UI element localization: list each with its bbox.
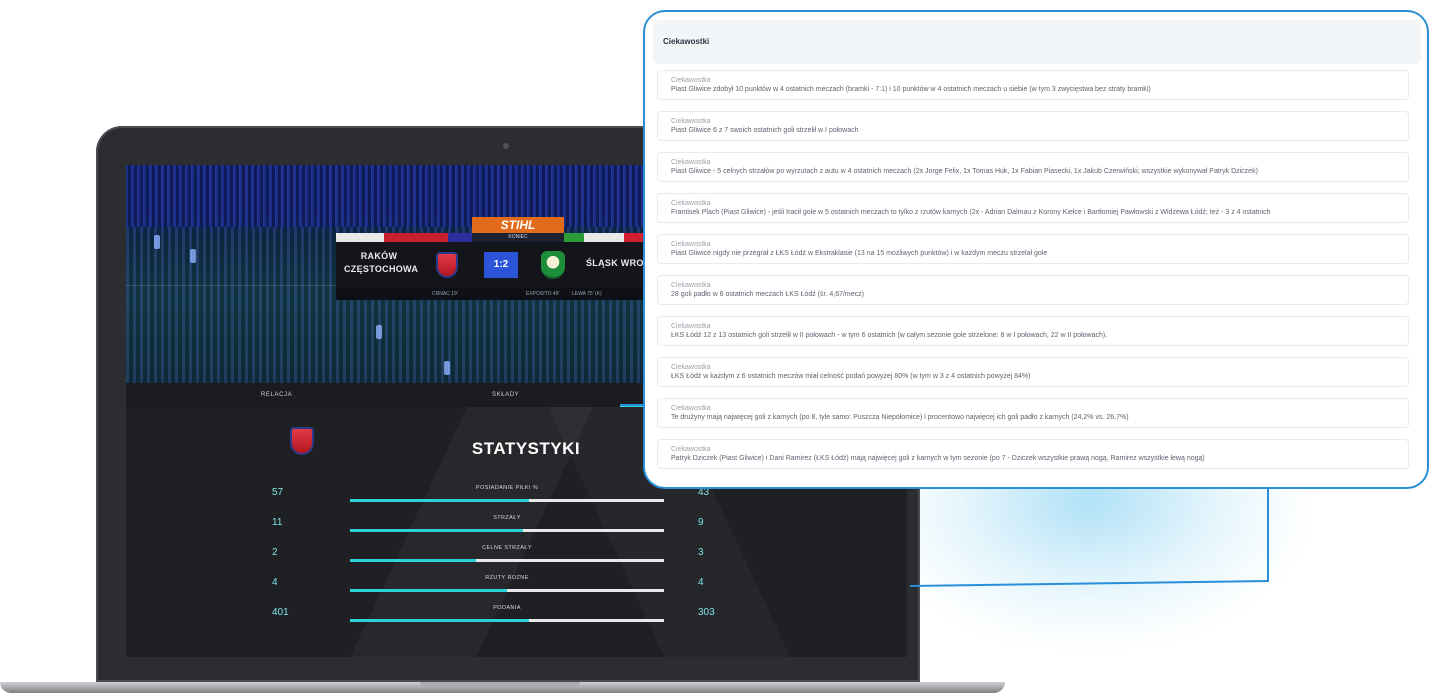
stat-away-value: 4	[698, 577, 704, 588]
stat-label: PODANIA	[493, 605, 521, 611]
fact-text: Piast Gliwice nigdy nie przegrał z ŁKS Ł…	[671, 250, 1048, 257]
stat-row: 11 STRZAŁY 9	[126, 515, 907, 545]
fact-card: Ciekawostka Piast Gliwice nigdy nie prze…	[657, 234, 1409, 264]
fact-card: Ciekawostka Frantisek Plach (Piast Gliwi…	[657, 193, 1409, 223]
player-figure	[444, 361, 450, 375]
fact-card: Ciekawostka Piast Gliwice zdobył 10 punk…	[657, 70, 1409, 100]
fact-title: Ciekawostka	[671, 364, 711, 371]
stat-row: 2 CELNE STRZAŁY 3	[126, 545, 907, 575]
stat-label: CELNE STRZAŁY	[482, 545, 532, 551]
fact-title: Ciekawostka	[671, 405, 711, 412]
fact-card: Ciekawostka Patryk Dziczek (Piast Gliwic…	[657, 439, 1409, 469]
fact-title: Ciekawostka	[671, 200, 711, 207]
tab-sklady[interactable]: SKŁADY	[492, 383, 519, 407]
stat-bar	[350, 559, 664, 562]
stat-away-value: 3	[698, 547, 704, 558]
popup-header: Ciekawostki	[653, 20, 1421, 64]
stat-away-value: 9	[698, 517, 704, 528]
fact-text: Piast Gliwice zdobył 10 punktów w 4 osta…	[671, 86, 1151, 93]
connector-line	[620, 404, 644, 406]
tab-relacja[interactable]: RELACJA	[261, 383, 292, 407]
stat-bar-fill	[350, 529, 523, 532]
stat-row: 4 RZUTY ROŻNE 4	[126, 575, 907, 605]
fact-card: Ciekawostka Te drużyny mają najwięcej go…	[657, 398, 1409, 428]
stat-label: STRZAŁY	[493, 515, 521, 521]
stats-title: STATYSTYKI	[471, 439, 581, 458]
facts-popup: Ciekawostki Ciekawostka Piast Gliwice zd…	[643, 10, 1429, 489]
player-figure	[376, 325, 382, 339]
home-team-name: RAKÓW CZĘSTOCHOWA	[344, 251, 419, 274]
stat-home-value: 57	[272, 487, 284, 498]
stat-label: POSIADANIE PIŁKI %	[475, 485, 539, 491]
fact-title: Ciekawostka	[671, 241, 711, 248]
player-figure	[154, 235, 160, 249]
stat-bar-fill	[350, 559, 476, 562]
connector-line	[1267, 487, 1269, 581]
fact-text: Piast Gliwice 6 z 7 swoich ostatnich gol…	[671, 127, 859, 134]
fact-card: Ciekawostka ŁKS Łódź w każdym z 6 ostatn…	[657, 357, 1409, 387]
away-crest-icon	[541, 251, 565, 279]
stat-home-value: 2	[272, 547, 278, 558]
stat-bar	[350, 499, 664, 502]
stat-label: RZUTY ROŻNE	[485, 575, 529, 581]
stat-bar	[350, 589, 664, 592]
home-crest-icon	[290, 427, 314, 455]
away-scorer: LEWA 75' (K)	[572, 291, 602, 297]
fact-text: Frantisek Plach (Piast Gliwice) - jeśli …	[671, 209, 1271, 216]
fact-title: Ciekawostka	[671, 159, 711, 166]
score: 1:2	[484, 252, 518, 278]
fact-title: Ciekawostka	[671, 323, 711, 330]
fact-text: Patryk Dziczek (Piast Gliwice) i Dani Ra…	[671, 455, 1205, 462]
fact-text: ŁKS Łódź w każdym z 6 ostatnich meczów m…	[671, 373, 1031, 380]
stat-bar	[350, 619, 664, 622]
home-scorer: CRNAC 19'	[432, 291, 458, 297]
fact-title: Ciekawostka	[671, 282, 711, 289]
fact-title: Ciekawostka	[671, 118, 711, 125]
stat-bar-fill	[350, 619, 529, 622]
stat-away-value: 303	[698, 607, 715, 618]
sponsor-logo: STIHL	[472, 217, 564, 233]
fact-text: ŁKS Łódź 12 z 13 ostatnich goli strzelił…	[671, 332, 1108, 339]
player-figure	[190, 249, 196, 263]
fact-card: Ciekawostka 28 goli padło w 6 ostatnich …	[657, 275, 1409, 305]
away-scorer: EXPOSITO 49'	[526, 291, 560, 297]
stat-bar	[350, 529, 664, 532]
home-crest-icon	[436, 252, 458, 278]
stat-home-value: 4	[272, 577, 278, 588]
fact-text: Te drużyny mają najwięcej goli z karnych…	[671, 414, 1129, 421]
stat-bar-fill	[350, 589, 507, 592]
camera-icon	[503, 143, 509, 149]
stat-row: 57 POSIADANIE PIŁKI % 43	[126, 485, 907, 515]
fact-text: Piast Gliwice - 5 celnych strzałów po wy…	[671, 168, 1258, 175]
fact-text: 28 goli padło w 6 ostatnich meczach ŁKS …	[671, 291, 864, 298]
stat-bar-fill	[350, 499, 529, 502]
match-status: KONIEC	[472, 233, 564, 242]
fact-title: Ciekawostka	[671, 77, 711, 84]
away-team-name: ŚLĄSK WROC	[586, 258, 651, 268]
stat-home-value: 401	[272, 607, 289, 618]
fact-card: Ciekawostka ŁKS Łódź 12 z 13 ostatnich g…	[657, 316, 1409, 346]
stat-row: 401 PODANIA 303	[126, 605, 907, 635]
fact-card: Ciekawostka Piast Gliwice - 5 celnych st…	[657, 152, 1409, 182]
fact-title: Ciekawostka	[671, 446, 711, 453]
laptop-notch	[420, 682, 580, 687]
stat-home-value: 11	[272, 517, 283, 528]
fact-card: Ciekawostka Piast Gliwice 6 z 7 swoich o…	[657, 111, 1409, 141]
